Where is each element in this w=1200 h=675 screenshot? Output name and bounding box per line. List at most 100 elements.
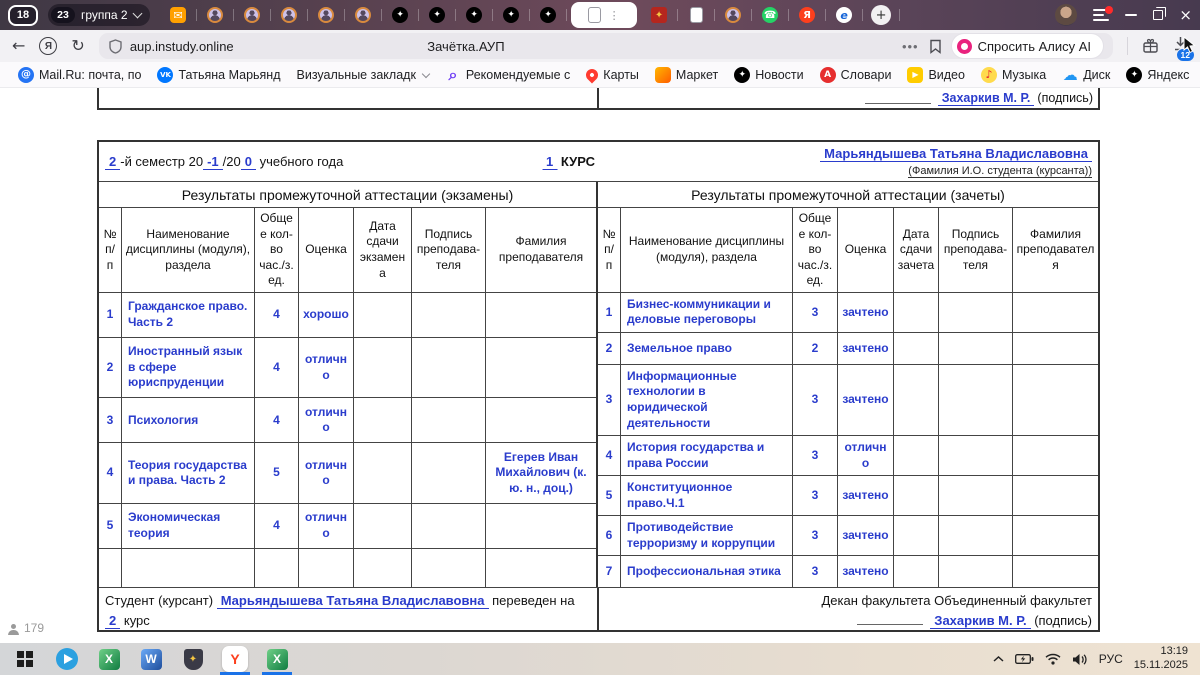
- cell-exam-date: [894, 516, 939, 555]
- bookmark-item[interactable]: ♪Музыка: [973, 64, 1054, 86]
- yandex-tab[interactable]: Я: [789, 0, 826, 30]
- minimize-button[interactable]: [1125, 14, 1137, 16]
- sparkle-icon: ✦: [429, 7, 445, 23]
- telegram-taskbar-button[interactable]: [46, 643, 88, 675]
- avatar-tab[interactable]: [234, 0, 271, 30]
- bookmark-icon[interactable]: [929, 39, 942, 54]
- sparkle-tab[interactable]: ✦: [456, 0, 493, 30]
- semester-text: 2-й семестр 20-1/200 учебного года: [105, 154, 343, 169]
- bookmark-item[interactable]: VKТатьяна Марьянд: [149, 64, 288, 86]
- exams-section: Результаты промежуточной аттестации (экз…: [99, 182, 598, 588]
- tabs-count-badge[interactable]: 18: [8, 5, 38, 26]
- tab-menu-icon[interactable]: ⋮: [609, 10, 620, 21]
- cell-grade: зачтено: [838, 556, 894, 588]
- header-cell: Фамилия преподавателя: [1013, 208, 1098, 292]
- new-tab-tab[interactable]: +: [863, 0, 900, 30]
- cell-exam-date: [894, 436, 939, 475]
- sparkle-tab[interactable]: ✦: [419, 0, 456, 30]
- battery-icon[interactable]: [1015, 653, 1034, 665]
- document-tab[interactable]: ⋮: [571, 2, 637, 28]
- tab-strip: ✉✦✦✦✦✦⋮✦☎Яe+: [160, 0, 900, 30]
- sparkle-tab[interactable]: ✦: [382, 0, 419, 30]
- bookmark-item[interactable]: Маркет: [647, 64, 726, 86]
- cell-signature: [412, 338, 486, 398]
- restore-button[interactable]: [1153, 10, 1163, 20]
- student-name-link: Марьяндышева Татьяна Владиславовна: [820, 146, 1092, 162]
- avatar-icon: [207, 7, 223, 23]
- cell-empty: [122, 549, 255, 588]
- omnibox[interactable]: aup.instudy.online Зачётка.АУП ••• Спрос…: [99, 33, 1113, 59]
- tab-group[interactable]: 23 группа 2: [48, 4, 150, 26]
- avatar-icon: [725, 7, 741, 23]
- bookmark-item[interactable]: А Словари: [812, 64, 900, 86]
- back-icon[interactable]: ←: [12, 38, 25, 54]
- bookmark-item[interactable]: ▶Видео: [899, 64, 973, 86]
- wifi-icon[interactable]: [1045, 653, 1061, 665]
- start-taskbar-button[interactable]: [4, 643, 46, 675]
- ask-alice-button[interactable]: Спросить Алису AI: [952, 34, 1103, 58]
- cell-discipline: Противодействие терроризму и коррупции: [621, 516, 793, 555]
- cell-discipline: История государства и права России: [621, 436, 793, 475]
- yandex-home-icon[interactable]: Я: [39, 37, 57, 55]
- close-button[interactable]: ×: [1179, 8, 1192, 23]
- reload-icon[interactable]: ↻: [71, 38, 84, 54]
- student-caption: (Фамилия И.О. студента (курсанта)): [908, 165, 1092, 178]
- excel-taskbar-button[interactable]: X: [256, 643, 298, 675]
- cell-signature: [939, 293, 1013, 332]
- header-cell: Дата сдачи зачета: [894, 208, 939, 292]
- tab-group-label: группа 2: [81, 8, 128, 22]
- bookmark-item[interactable]: Визуальные закладк: [289, 64, 437, 86]
- cell-number: 2: [99, 338, 122, 398]
- prev-row-sign-cell: Захаркив М. Р. (подпись): [599, 88, 1098, 108]
- header-cell: Подпись преподава-теля: [412, 208, 486, 292]
- menu-icon[interactable]: [1093, 9, 1109, 21]
- bookmark-item[interactable]: ☁Диск: [1054, 64, 1118, 86]
- swirl-tab[interactable]: e: [826, 0, 863, 30]
- avatar-tab[interactable]: [271, 0, 308, 30]
- cell-teacher: [1013, 293, 1098, 332]
- taskbar-clock[interactable]: 13:19 15.11.2025: [1134, 645, 1188, 673]
- mail-tab[interactable]: ✉: [160, 0, 197, 30]
- bookmark-item[interactable]: ⌕Рекомендуемые с: [437, 64, 578, 86]
- dictionary-icon: А: [820, 67, 836, 83]
- cell-number: 7: [598, 556, 621, 588]
- avatar-tab[interactable]: [345, 0, 382, 30]
- sparkle-tab[interactable]: ✦: [493, 0, 530, 30]
- crest-taskbar-button[interactable]: ✦: [172, 643, 214, 675]
- keyboard-language[interactable]: РУС: [1099, 652, 1123, 666]
- sign-note: (подпись): [1034, 613, 1092, 628]
- document-tab[interactable]: [678, 0, 715, 30]
- cell-teacher: [1013, 436, 1098, 475]
- cell-empty: [412, 549, 486, 588]
- dean-line: Декан факультета Объединенный факультет: [605, 591, 1092, 611]
- dean-name-link: Захаркив М. Р.: [930, 613, 1030, 629]
- header-cell: Оценка: [299, 208, 354, 292]
- bookmark-item[interactable]: Карты: [578, 64, 647, 86]
- emblem-tab[interactable]: ✦: [641, 0, 678, 30]
- bookmark-item[interactable]: @Mail.Ru: почта, по: [10, 64, 149, 86]
- cell-empty: [354, 549, 412, 588]
- avatar-tab[interactable]: [308, 0, 345, 30]
- student-name-block: Марьяндышева Татьяна Владиславовна (Фами…: [820, 144, 1092, 180]
- avatar-tab[interactable]: [715, 0, 752, 30]
- bookmark-item[interactable]: ✦Яндекс: [1118, 64, 1197, 86]
- mouse-cursor: [1183, 36, 1197, 54]
- word-taskbar-button[interactable]: W: [130, 643, 172, 675]
- bookmark-item[interactable]: ✦Новости: [726, 64, 811, 86]
- cell-hours: 3: [793, 476, 838, 515]
- search-icon: ⌕: [445, 67, 461, 83]
- collections-icon[interactable]: [1142, 38, 1159, 54]
- yandex-browser-taskbar-button[interactable]: Y: [214, 643, 256, 675]
- avatar-tab[interactable]: [197, 0, 234, 30]
- system-tray: РУС 13:19 15.11.2025: [993, 645, 1196, 673]
- sparkle-tab[interactable]: ✦: [530, 0, 567, 30]
- excel-taskbar-button[interactable]: X: [88, 643, 130, 675]
- cell-discipline: Иностранный язык в сфере юриспруденции: [122, 338, 255, 398]
- tray-expand-icon[interactable]: [993, 655, 1004, 663]
- volume-icon[interactable]: [1072, 653, 1088, 666]
- more-icon[interactable]: •••: [902, 39, 919, 54]
- bookmark-label: Словари: [841, 68, 892, 82]
- whatsapp-tab[interactable]: ☎: [752, 0, 789, 30]
- cell-teacher: Егерев Иван Михайлович (к. ю. н., доц.): [486, 443, 596, 503]
- user-avatar[interactable]: [1055, 4, 1077, 26]
